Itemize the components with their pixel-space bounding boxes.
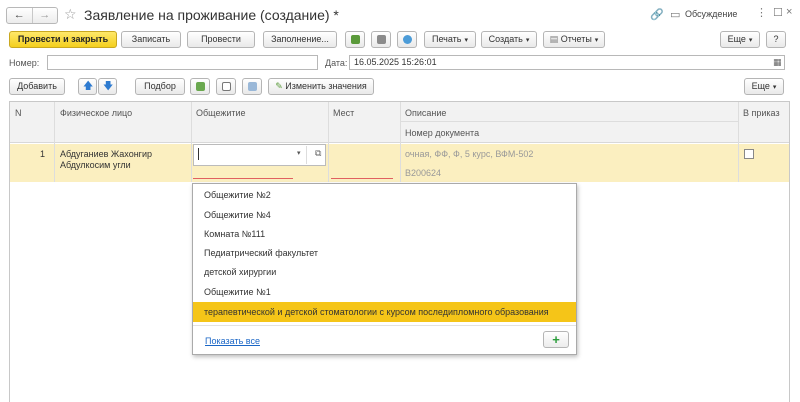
post-and-close-button[interactable]: Провести и закрыть	[9, 31, 117, 48]
dropdown-option[interactable]: Педиатрический факультет	[193, 243, 576, 263]
chevron-down-icon: ▾	[748, 37, 753, 44]
chevron-down-icon: ▾	[772, 84, 777, 91]
change-values-button[interactable]: ✎ Изменить значения	[268, 78, 374, 95]
dropdown-option-selected[interactable]: терапевтической и детской стоматологии с…	[193, 302, 576, 322]
reports-label: Отчеты	[560, 34, 592, 44]
column-n[interactable]: N	[15, 108, 22, 118]
pencil-icon: ✎	[275, 81, 286, 91]
create-label: Создать	[488, 34, 523, 44]
add-new-button[interactable]: +	[543, 331, 569, 348]
more-vertical-icon[interactable]: ⋮	[756, 6, 767, 19]
date-field[interactable]: 16.05.2025 15:26:01	[349, 55, 785, 70]
dorm-dropdown: Общежитие №2 Общежитие №4 Комната №111 П…	[192, 183, 577, 355]
doc-number-value: В200624	[405, 168, 442, 178]
column-dorm[interactable]: Общежитие	[196, 108, 246, 118]
dropdown-option[interactable]: детской хирургии	[193, 262, 576, 282]
post-button[interactable]: Провести	[187, 31, 255, 48]
table-icon[interactable]	[242, 78, 262, 95]
to-order-checkbox[interactable]	[744, 149, 754, 159]
forward-arrow-icon[interactable]: →	[31, 8, 58, 23]
places-required-marker	[331, 178, 393, 179]
show-all-link[interactable]: Показать все	[205, 336, 260, 346]
title-bar: ← → ☆ Заявление на проживание (создание)…	[0, 0, 800, 30]
help-button[interactable]: ?	[766, 31, 786, 48]
date-label: Дата:	[325, 58, 348, 68]
discussion-icon[interactable]: ▭	[670, 8, 680, 21]
table-more-label: Еще	[751, 81, 770, 91]
description-value: очная, ФФ, Ф, 5 курс, ВФМ-502	[405, 149, 534, 159]
document-icon[interactable]	[371, 31, 391, 48]
page-title: Заявление на проживание (создание) *	[84, 7, 339, 23]
column-doc-number[interactable]: Номер документа	[405, 128, 479, 138]
person-name-line2: Абдулкосим угли	[60, 160, 131, 170]
image-icon[interactable]	[397, 31, 417, 48]
link-icon[interactable]: 🔗	[650, 8, 664, 21]
column-person[interactable]: Физическое лицо	[60, 108, 132, 118]
navigation-buttons: ← →	[6, 7, 58, 24]
column-to-order[interactable]: В приказ	[743, 108, 780, 118]
change-values-label: Изменить значения	[285, 81, 367, 91]
check-list-icon[interactable]	[190, 78, 210, 95]
discussion-link[interactable]: Обсуждение	[685, 9, 737, 19]
text-cursor	[198, 148, 199, 160]
person-name-line1: Абдуганиев Жахонгир	[60, 149, 152, 159]
reports-button[interactable]: ▤ Отчеты ▾	[543, 31, 605, 48]
save-button[interactable]: Записать	[121, 31, 181, 48]
close-icon[interactable]: ×	[786, 6, 792, 18]
dorm-required-marker	[193, 178, 293, 179]
fill-button[interactable]: Заполнение...	[263, 31, 337, 48]
more-label: Еще	[727, 34, 746, 44]
move-down-icon[interactable]: 🡇	[98, 78, 117, 95]
chevron-down-icon: ▾	[594, 37, 599, 44]
number-field[interactable]	[47, 55, 318, 70]
back-arrow-icon[interactable]: ←	[7, 8, 32, 23]
table-more-button[interactable]: Еще ▾	[744, 78, 784, 95]
maximize-icon[interactable]: ☐	[773, 6, 783, 19]
calendar-icon[interactable]: ▦	[773, 57, 782, 68]
dropdown-option[interactable]: Комната №111	[193, 224, 576, 244]
chevron-down-icon: ▾	[525, 37, 530, 44]
print-label: Печать	[432, 34, 462, 44]
dropdown-option[interactable]: Общежитие №2	[193, 185, 576, 205]
edit-doc-icon[interactable]	[345, 31, 365, 48]
column-places[interactable]: Мест	[333, 108, 354, 118]
dropdown-option[interactable]: Общежитие №4	[193, 205, 576, 225]
column-description[interactable]: Описание	[405, 108, 446, 118]
dorm-input[interactable]: ▾	[193, 144, 326, 166]
dropdown-option[interactable]: Общежитие №1	[193, 282, 576, 302]
number-label: Номер:	[9, 58, 40, 68]
more-button[interactable]: Еще ▾	[720, 31, 760, 48]
copy-icon[interactable]	[216, 78, 236, 95]
add-button[interactable]: Добавить	[9, 78, 65, 95]
chevron-down-icon: ▾	[464, 37, 468, 44]
create-button[interactable]: Создать ▾	[481, 31, 537, 48]
reports-icon: ▤	[549, 34, 561, 44]
favorite-star-icon[interactable]: ☆	[64, 6, 77, 23]
row-number: 1	[40, 149, 46, 159]
move-up-icon[interactable]: 🡅	[78, 78, 97, 95]
pick-button[interactable]: Подбор	[135, 78, 185, 95]
chevron-down-icon[interactable]: ▾	[297, 149, 301, 157]
open-link-icon[interactable]: ⧉	[315, 148, 321, 159]
print-button[interactable]: Печать ▾	[424, 31, 476, 48]
